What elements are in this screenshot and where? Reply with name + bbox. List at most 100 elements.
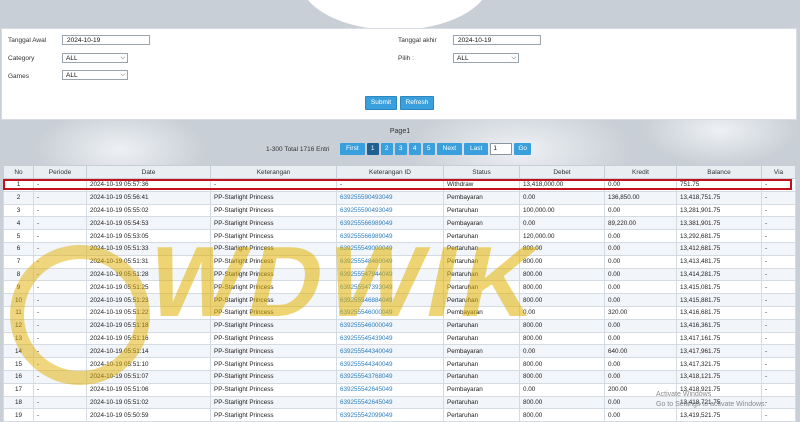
cell-keterangan-id[interactable]: 639255546884049 — [336, 293, 444, 307]
table-row[interactable]: 2-2024-10-19 05:56:41 PP-Starlight Prince… — [3, 190, 796, 205]
cell-debet: 0.00 — [519, 382, 605, 397]
cell-date: 2024-10-19 05:51:02 — [86, 395, 211, 410]
tanggal-akhir-input[interactable]: 2024-10-19 — [453, 35, 541, 45]
table-row[interactable]: 14-2024-10-19 05:51:14 PP-Starlight Princ… — [3, 344, 796, 359]
cell-periode: - — [33, 190, 87, 205]
cell-balance: 13,419,521.75 — [676, 408, 762, 422]
table-row[interactable]: 17-2024-10-19 05:51:06 PP-Starlight Princ… — [3, 382, 796, 397]
cell-keterangan-id[interactable]: 639255544340049 — [336, 357, 444, 371]
cell-kredit: 0.00 — [604, 408, 677, 422]
cell-keterangan-id[interactable]: 639255542645049 — [336, 395, 444, 410]
games-select-value: ALL — [66, 72, 78, 79]
col-header-keterangan-id[interactable]: Keterangan ID — [336, 165, 444, 179]
table-row[interactable]: 8-2024-10-19 05:51:28 PP-Starlight Prince… — [3, 267, 796, 282]
page-button-1[interactable]: 1 — [366, 143, 379, 155]
page-last-button[interactable]: Last — [464, 143, 489, 155]
cell-periode: - — [33, 229, 87, 243]
col-header-date[interactable]: Date — [86, 165, 211, 179]
cell-keterangan-id[interactable]: 639255566989049 — [336, 229, 444, 243]
table-row[interactable]: 19-2024-10-19 05:50:59 PP-Starlight Princ… — [3, 408, 796, 422]
col-header-via[interactable]: Via — [761, 165, 796, 179]
submit-button[interactable]: Submit — [365, 96, 397, 110]
chevron-down-icon: ⌵ — [120, 72, 125, 78]
cell-keterangan-id[interactable]: 639255542645049 — [336, 382, 444, 397]
cell-keterangan-id[interactable]: 639255542099049 — [336, 408, 444, 422]
cell-keterangan-id[interactable]: 639255546000049 — [336, 305, 444, 320]
table-row[interactable]: 18-2024-10-19 05:51:02 PP-Starlight Princ… — [3, 395, 796, 410]
page-go-button[interactable]: Go — [514, 143, 531, 155]
refresh-button[interactable]: Refresh — [400, 96, 434, 110]
table-row[interactable]: 11-2024-10-19 05:51:22 PP-Starlight Princ… — [3, 305, 796, 320]
table-row[interactable]: 13-2024-10-19 05:51:16 PP-Starlight Princ… — [3, 331, 796, 346]
cell-status: Pertaruhan — [443, 267, 520, 282]
table-row[interactable]: 6-2024-10-19 05:51:33 PP-Starlight Prince… — [3, 241, 796, 256]
cell-kredit: 136,850.00 — [604, 190, 677, 205]
cell-keterangan-id[interactable]: 639255566989049 — [336, 216, 444, 231]
table-row[interactable]: 1-2024-10-19 05:57:36- - Withdraw 13,418,00… — [3, 178, 796, 192]
table-row[interactable]: 16-2024-10-19 05:51:07 PP-Starlight Princ… — [3, 369, 796, 384]
cell-status: Withdraw — [443, 178, 520, 192]
col-header-keterangan[interactable]: Keterangan — [210, 165, 337, 179]
category-select[interactable]: ALL ⌵ — [62, 53, 128, 63]
cell-keterangan: PP-Starlight Princess — [210, 254, 337, 269]
cell-via: - — [761, 280, 796, 295]
table-row[interactable]: 9-2024-10-19 05:51:25 PP-Starlight Prince… — [3, 280, 796, 295]
cell-kredit: 320.00 — [604, 305, 677, 320]
col-header-debet[interactable]: Debet — [519, 165, 605, 179]
pagination-bar: First 1 2 3 4 5 Next Last 1 Go — [340, 143, 533, 155]
tanggal-awal-input[interactable]: 2024-10-19 — [62, 35, 150, 45]
cell-keterangan-id[interactable]: 639255544340049 — [336, 344, 444, 359]
cell-keterangan: PP-Starlight Princess — [210, 229, 337, 243]
page-button-3[interactable]: 3 — [394, 143, 407, 155]
cell-periode: - — [33, 203, 87, 218]
cell-no: 4 — [3, 216, 34, 231]
chevron-down-icon: ⌵ — [511, 55, 516, 61]
cell-keterangan-id[interactable]: 639255547393049 — [336, 280, 444, 295]
table-row[interactable]: 3-2024-10-19 05:55:02 PP-Starlight Prince… — [3, 203, 796, 218]
cell-periode: - — [33, 305, 87, 320]
cell-keterangan-id[interactable]: 639255546000049 — [336, 318, 444, 333]
cell-status: Pertaruhan — [443, 280, 520, 295]
games-select[interactable]: ALL ⌵ — [62, 70, 128, 80]
pilih-select[interactable]: ALL ⌵ — [453, 53, 519, 63]
cell-keterangan-id[interactable]: 639255545439049 — [336, 331, 444, 346]
cell-keterangan: PP-Starlight Princess — [210, 357, 337, 371]
col-header-balance[interactable]: Balance — [676, 165, 762, 179]
page-button-4[interactable]: 4 — [408, 143, 421, 155]
cell-kredit: 0.00 — [604, 280, 677, 295]
cell-keterangan-id[interactable]: 639255590493049 — [336, 190, 444, 205]
col-header-kredit[interactable]: Kredit — [604, 165, 677, 179]
table-row[interactable]: 5-2024-10-19 05:53:05 PP-Starlight Prince… — [3, 229, 796, 243]
page-next-button[interactable]: Next — [436, 143, 463, 155]
cell-no: 18 — [3, 395, 34, 410]
cell-keterangan: PP-Starlight Princess — [210, 280, 337, 295]
cell-date: 2024-10-19 05:51:18 — [86, 318, 211, 333]
page-first-button[interactable]: First — [340, 143, 365, 155]
cell-via: - — [761, 178, 796, 192]
table-row[interactable]: 12-2024-10-19 05:51:18 PP-Starlight Princ… — [3, 318, 796, 333]
cell-periode: - — [33, 369, 87, 384]
cell-periode: - — [33, 216, 87, 231]
cell-keterangan-id[interactable]: 639255590493049 — [336, 203, 444, 218]
cell-no: 3 — [3, 203, 34, 218]
table-row[interactable]: 7-2024-10-19 05:51:31 PP-Starlight Prince… — [3, 254, 796, 269]
cell-keterangan-id[interactable]: 639255548460049 — [336, 254, 444, 269]
cell-date: 2024-10-19 05:51:25 — [86, 280, 211, 295]
table-row[interactable]: 4-2024-10-19 05:54:53 PP-Starlight Prince… — [3, 216, 796, 231]
cell-balance: 13,415,081.75 — [676, 280, 762, 295]
page-number-input[interactable]: 1 — [490, 143, 513, 155]
col-header-status[interactable]: Status — [443, 165, 520, 179]
page-button-2[interactable]: 2 — [380, 143, 393, 155]
table-row[interactable]: 10-2024-10-19 05:51:23 PP-Starlight Princ… — [3, 293, 796, 307]
cell-balance: 751.75 — [676, 178, 762, 192]
table-row[interactable]: 15-2024-10-19 05:51:10 PP-Starlight Princ… — [3, 357, 796, 371]
cell-keterangan-id[interactable]: 639255547944049 — [336, 267, 444, 282]
cell-no: 14 — [3, 344, 34, 359]
cell-keterangan-id[interactable]: 639255549000049 — [336, 241, 444, 256]
col-header-periode[interactable]: Periode — [33, 165, 87, 179]
table-body: 1-2024-10-19 05:57:36- - Withdraw 13,418,00… — [3, 178, 796, 422]
col-header-no[interactable]: No — [3, 165, 34, 179]
cell-keterangan-id[interactable]: 639255543768049 — [336, 369, 444, 384]
cell-date: 2024-10-19 05:54:53 — [86, 216, 211, 231]
page-button-5[interactable]: 5 — [422, 143, 435, 155]
